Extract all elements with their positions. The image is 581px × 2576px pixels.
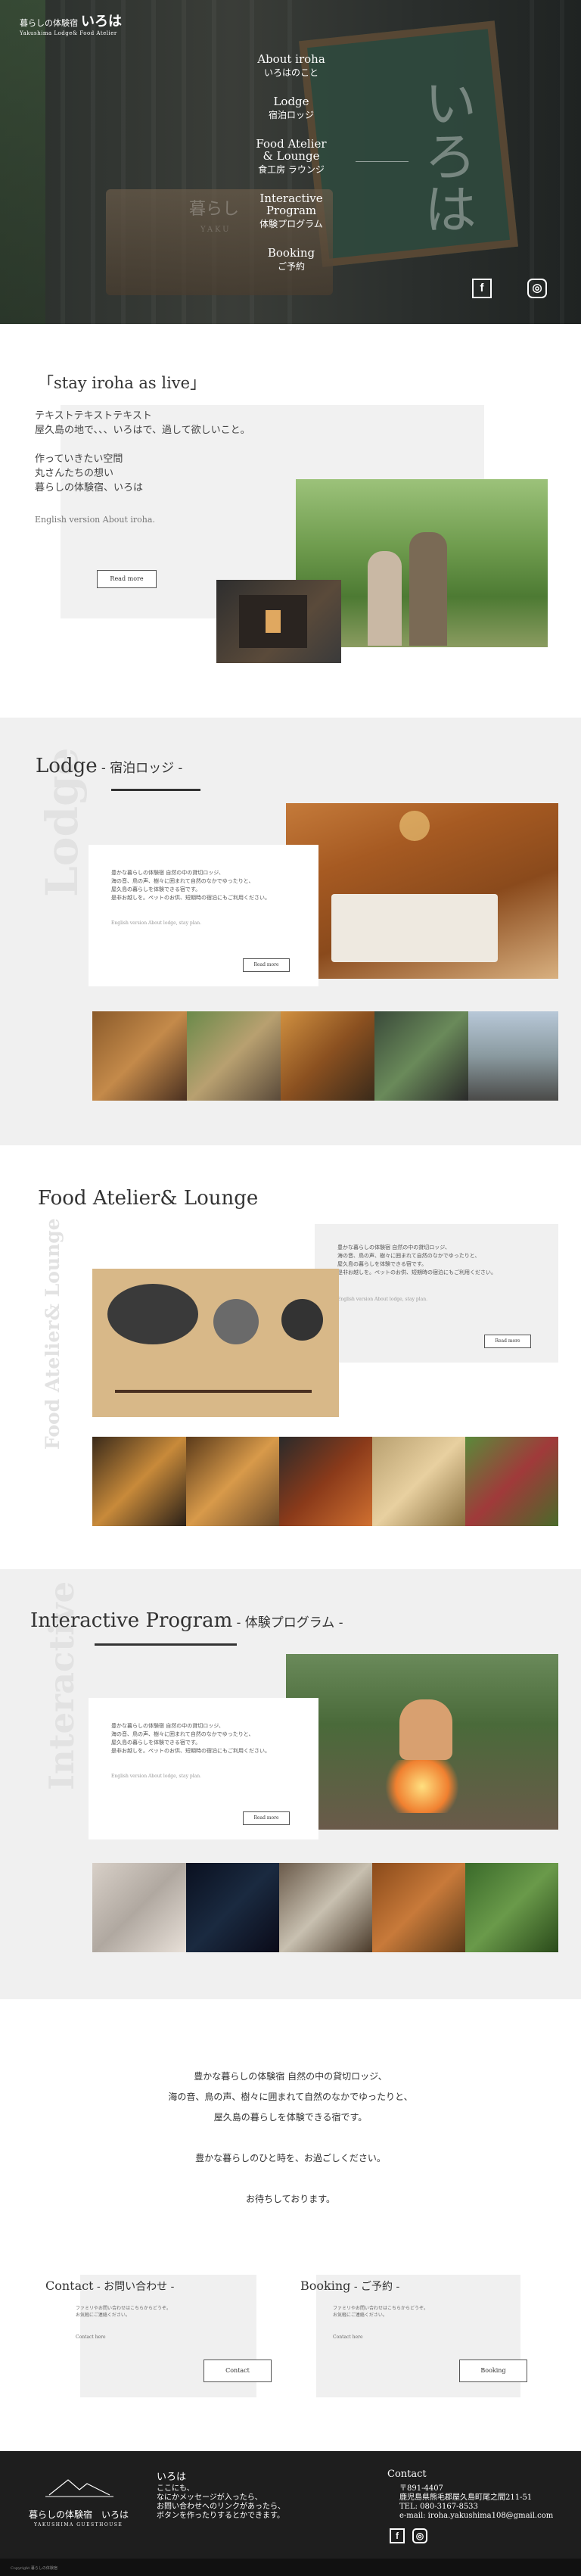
program-title-underline: [95, 1643, 237, 1646]
hero-section: いろは 暮らし YAKU 暮らしの体験宿 いろは Yakushima Lodge&…: [0, 0, 581, 324]
lodge-thumb-2: [187, 1011, 281, 1101]
nav-item-about[interactable]: About iroha いろはのこと: [227, 53, 356, 79]
program-thumb-3: [279, 1863, 372, 1952]
footer: 暮らしの体験宿 いろは YAKUSHIMA GUESTHOUSE いろは ここに…: [0, 2451, 581, 2559]
lodge-read-more-button[interactable]: Read more: [243, 958, 290, 972]
lodge-title: Lodge - 宿泊ロッジ -: [36, 755, 183, 777]
lodge-card: 豊かな暮らしの体験宿 自然の中の貸切ロッジ、 海の音、鳥の声、樹々に囲まれて自然…: [89, 845, 318, 986]
nav-item-booking[interactable]: Booking ご予約: [227, 247, 356, 273]
lodge-bedroom-photo: [286, 803, 558, 979]
copyright: Copyright 暮らしの体験宿: [0, 2559, 581, 2576]
footer-contact-title: Contact: [387, 2469, 427, 2480]
food-thumb-5: [465, 1437, 558, 1526]
nav-divider: [356, 161, 409, 162]
site-logo[interactable]: 暮らしの体験宿 いろは Yakushima Lodge& Food Atelier: [20, 11, 122, 36]
footer-contact-info: 〒891-4407 鹿児島県熊毛郡屋久島町尾之間211-51 TEL: 080-…: [399, 2484, 554, 2520]
booking-small-text: Contact here: [333, 2335, 363, 2340]
contact-title: Contact - お問い合わせ -: [45, 2279, 175, 2293]
lodge-vertical-text: Lodge: [36, 747, 88, 897]
about-read-more-button[interactable]: Read more: [97, 570, 157, 588]
food-thumb-2: [186, 1437, 279, 1526]
lodge-thumb-5: [468, 1011, 558, 1101]
hero-chalkboard-text: いろは: [415, 76, 477, 235]
lodge-thumb-4: [374, 1011, 468, 1101]
booking-title: Booking - ご予約 -: [300, 2279, 400, 2293]
booking-text: ファミリやお問い合わせはこちらからどうぞ。 お気軽にご連絡ください。: [333, 2306, 429, 2318]
nav-item-program[interactable]: Interactive Program 体験プログラム: [227, 192, 356, 230]
about-lodge-exterior-photo: [216, 580, 341, 663]
about-text: テキストテキストテキスト 屋久島の地で、、、いろはで、過して欲しいこと。 作って…: [35, 410, 250, 494]
contact-text: ファミリやお問い合わせはこちらからどうぞ。 お気軽にご連絡ください。: [76, 2306, 172, 2318]
food-card-text: 豊かな暮らしの体験宿 自然の中の貸切ロッジ、 海の音、鳥の声、樹々に囲まれて自然…: [337, 1244, 496, 1276]
footer-logo-text: 暮らしの体験宿 いろは: [29, 2509, 129, 2520]
program-thumb-5: [465, 1863, 558, 1952]
booking-button[interactable]: Booking: [459, 2360, 527, 2382]
program-title: Interactive Program - 体験プログラム -: [30, 1609, 343, 1632]
program-thumb-2: [186, 1863, 279, 1952]
program-thumb-1: [92, 1863, 186, 1952]
instagram-icon[interactable]: ◎: [527, 279, 547, 298]
program-thumb-4: [372, 1863, 465, 1952]
lodge-title-underline: [111, 789, 200, 791]
contact-button[interactable]: Contact: [204, 2360, 272, 2382]
footer-facebook-icon[interactable]: f: [390, 2528, 405, 2543]
nav-item-food-atelier[interactable]: Food Atelier & Lounge 食工房 ラウンジ: [227, 138, 356, 176]
lodge-thumb-3: [281, 1011, 374, 1101]
logo-small-text: 暮らしの体験宿: [20, 18, 78, 28]
food-read-more-button[interactable]: Read more: [484, 1335, 531, 1348]
program-english-link[interactable]: English version About lodge, stay plan.: [111, 1774, 201, 1779]
footer-instagram-icon[interactable]: ◎: [412, 2528, 427, 2543]
program-fire-photo: [286, 1654, 558, 1830]
program-card: 豊かな暮らしの体験宿 自然の中の貸切ロッジ、 海の音、鳥の声、樹々に囲まれて自然…: [89, 1698, 318, 1839]
facebook-icon[interactable]: f: [472, 279, 492, 298]
lodge-english-link[interactable]: English version About lodge, stay plan.: [111, 920, 201, 926]
food-english-link[interactable]: English version About lodge, stay plan.: [337, 1297, 427, 1302]
food-thumb-1: [92, 1437, 186, 1526]
closing-message: 豊かな暮らしの体験宿 自然の中の貸切ロッジ、 海の音、鳥の声、樹々に囲まれて自然…: [168, 2071, 413, 2204]
footer-iroha-text: ここにも、 なにかメッセージが入ったら、 お問い合わせへのリンクがあったら、 ボ…: [157, 2484, 285, 2520]
food-title: Food Atelier& Lounge: [38, 1187, 259, 1210]
logo-main-text: いろは: [81, 14, 122, 30]
footer-logo-sub: YAKUSHIMA GUESTHOUSE: [34, 2522, 123, 2528]
nav-item-lodge[interactable]: Lodge 宿泊ロッジ: [227, 95, 356, 121]
program-vertical-text: Interactive: [42, 1581, 82, 1790]
about-title: 「stay iroha as live」: [38, 374, 207, 392]
hero-plants-image: [0, 0, 45, 324]
contact-small-text: Contact here: [76, 2335, 106, 2340]
logo-sub-text: Yakushima Lodge& Food Atelier: [20, 30, 117, 36]
food-meal-photo: [92, 1269, 339, 1417]
food-thumb-4: [372, 1437, 465, 1526]
food-vertical-text: Food Atelier& Lounge: [42, 1218, 64, 1450]
main-nav: About iroha いろはのこと Lodge 宿泊ロッジ Food Atel…: [227, 53, 356, 289]
program-read-more-button[interactable]: Read more: [243, 1811, 290, 1825]
food-thumb-3: [279, 1437, 372, 1526]
about-english-link[interactable]: English version About iroha.: [35, 515, 155, 525]
lodge-thumb-1: [92, 1011, 187, 1101]
footer-iroha-title: いろは: [157, 2472, 187, 2483]
mountain-logo-icon: [45, 2479, 113, 2497]
